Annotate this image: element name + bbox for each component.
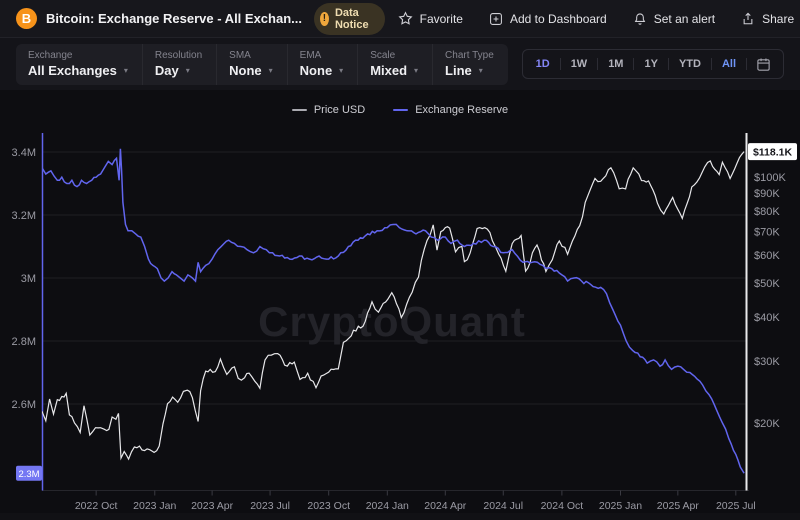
calendar-button[interactable] bbox=[747, 57, 780, 72]
calendar-icon bbox=[756, 57, 771, 72]
dropdown-value: Line bbox=[445, 63, 472, 78]
chevron-down-icon: ▾ bbox=[124, 66, 128, 75]
x-tick-label: 2023 Oct bbox=[307, 500, 350, 512]
dropdown-label: SMA bbox=[229, 50, 273, 61]
bitcoin-icon: B bbox=[16, 8, 37, 29]
left-axis-label: 3M bbox=[21, 273, 36, 285]
left-axis-label: 2.8M bbox=[12, 336, 36, 348]
page-title: Bitcoin: Exchange Reserve - All Exchan..… bbox=[46, 11, 302, 26]
share-icon bbox=[741, 12, 755, 26]
x-tick-label: 2022 Oct bbox=[75, 500, 118, 512]
legend-price-usd[interactable]: Price USD bbox=[292, 104, 365, 116]
ema-dropdown[interactable]: EMA None ▾ bbox=[287, 44, 358, 85]
set-alert-label: Set an alert bbox=[654, 12, 715, 26]
legend-label: Exchange Reserve bbox=[415, 104, 508, 116]
add-to-dashboard-label: Add to Dashboard bbox=[510, 12, 607, 26]
chevron-down-icon: ▾ bbox=[414, 66, 418, 75]
x-tick-label: 2025 Jan bbox=[599, 500, 642, 512]
x-tick-label: 2024 Jul bbox=[483, 500, 523, 512]
share-label: Share bbox=[762, 12, 794, 26]
x-tick-label: 2023 Jul bbox=[250, 500, 290, 512]
right-axis-label: $20K bbox=[754, 418, 780, 430]
right-axis-label: $80K bbox=[754, 206, 780, 218]
cryptoquant-watermark: CryptoQuant bbox=[258, 298, 526, 345]
exchange-dropdown[interactable]: Exchange All Exchanges ▾ bbox=[16, 44, 142, 85]
price-line-swatch bbox=[292, 109, 307, 111]
header-bar: B Bitcoin: Exchange Reserve - All Exchan… bbox=[0, 0, 800, 38]
left-axis-label: 3.2M bbox=[12, 210, 36, 222]
chevron-down-icon: ▾ bbox=[339, 66, 343, 75]
x-tick-label: 2024 Jan bbox=[366, 500, 409, 512]
dropdown-label: EMA bbox=[300, 50, 344, 61]
right-axis-label: $90K bbox=[754, 188, 780, 200]
range-1w[interactable]: 1W bbox=[561, 58, 598, 70]
range-ytd[interactable]: YTD bbox=[669, 58, 711, 70]
data-notice-badge[interactable]: ! Data Notice bbox=[314, 3, 385, 35]
data-notice-label: Data Notice bbox=[335, 7, 374, 31]
right-axis-label: $100K bbox=[754, 172, 786, 184]
right-axis-label: $50K bbox=[754, 278, 780, 290]
x-tick-label: 2025 Apr bbox=[657, 500, 700, 512]
star-icon bbox=[398, 11, 413, 26]
range-1y[interactable]: 1Y bbox=[634, 58, 667, 70]
x-tick-label: 2023 Apr bbox=[191, 500, 234, 512]
chevron-down-icon: ▾ bbox=[269, 66, 273, 75]
x-tick-label: 2025 Jul bbox=[716, 500, 756, 512]
bell-icon bbox=[633, 12, 647, 26]
dropdown-value: All Exchanges bbox=[28, 63, 117, 78]
x-tick-label: 2023 Jan bbox=[133, 500, 176, 512]
x-tick-label: 2024 Oct bbox=[541, 500, 584, 512]
price-current-value: $118.1K bbox=[753, 146, 793, 158]
dropdown-label: Resolution bbox=[155, 50, 202, 61]
right-axis-label: $30K bbox=[754, 356, 780, 368]
chart-panel: Price USD Exchange Reserve CryptoQuant 20… bbox=[0, 90, 800, 520]
dropdown-label: Exchange bbox=[28, 50, 128, 61]
warning-icon: ! bbox=[320, 12, 329, 26]
left-axis-label: 3.4M bbox=[12, 147, 36, 159]
chart-toolbar: Exchange All Exchanges▾ Resolution Day▾ … bbox=[0, 38, 800, 90]
legend-exchange-reserve[interactable]: Exchange Reserve bbox=[393, 104, 508, 116]
x-tick-label: 2024 Apr bbox=[424, 500, 467, 512]
right-axis-label: $70K bbox=[754, 227, 780, 239]
bottom-strip bbox=[0, 513, 800, 520]
scale-dropdown[interactable]: Scale Mixed ▾ bbox=[357, 44, 432, 85]
favorite-button[interactable]: Favorite bbox=[385, 8, 476, 30]
share-button[interactable]: Share bbox=[728, 8, 800, 30]
favorite-label: Favorite bbox=[420, 12, 463, 26]
resolution-dropdown[interactable]: Resolution Day ▾ bbox=[142, 44, 216, 85]
dropdown-value: None bbox=[300, 63, 333, 78]
dashboard-plus-icon bbox=[489, 12, 503, 26]
range-1d[interactable]: 1D bbox=[526, 58, 560, 70]
reserve-line-swatch bbox=[393, 109, 408, 111]
sma-dropdown[interactable]: SMA None ▾ bbox=[216, 44, 287, 85]
range-all[interactable]: All bbox=[712, 58, 746, 70]
dropdown-value: None bbox=[229, 63, 262, 78]
chart-canvas[interactable]: CryptoQuant 2022 Oct 2023 Jan 2023 Apr 2023 … bbox=[0, 130, 800, 520]
chart-legend: Price USD Exchange Reserve bbox=[0, 90, 800, 130]
reserve-current-value: 2.3M bbox=[18, 469, 39, 480]
legend-label: Price USD bbox=[314, 104, 365, 116]
chevron-down-icon: ▾ bbox=[186, 66, 190, 75]
right-axis-label: $60K bbox=[754, 250, 780, 262]
dropdown-value: Day bbox=[155, 63, 179, 78]
chevron-down-icon: ▾ bbox=[479, 66, 483, 75]
add-to-dashboard-button[interactable]: Add to Dashboard bbox=[476, 8, 620, 30]
right-axis-label: $40K bbox=[754, 312, 780, 324]
dropdown-label: Chart Type bbox=[445, 50, 494, 61]
chart-type-dropdown[interactable]: Chart Type Line ▾ bbox=[432, 44, 508, 85]
dropdown-controls: Exchange All Exchanges▾ Resolution Day▾ … bbox=[16, 44, 508, 85]
dropdown-label: Scale bbox=[370, 50, 418, 61]
range-1m[interactable]: 1M bbox=[598, 58, 633, 70]
left-axis-label: 2.6M bbox=[12, 399, 36, 411]
cryptoquant-chart-page: B Bitcoin: Exchange Reserve - All Exchan… bbox=[0, 0, 800, 520]
time-range-selector: 1D 1W 1M 1Y YTD All bbox=[522, 49, 784, 79]
set-alert-button[interactable]: Set an alert bbox=[620, 8, 728, 30]
dropdown-value: Mixed bbox=[370, 63, 407, 78]
